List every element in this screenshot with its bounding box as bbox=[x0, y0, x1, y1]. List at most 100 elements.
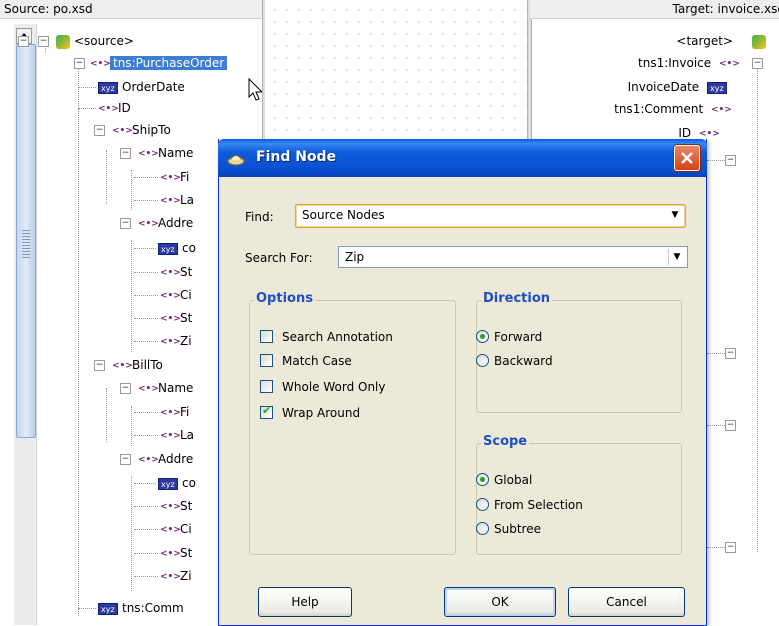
source-panel-title: Source: po.xsd bbox=[4, 2, 93, 16]
tree-node-comment[interactable]: tns1:Comment bbox=[614, 100, 731, 118]
node-label: co bbox=[182, 476, 196, 490]
tree-node-st[interactable]: St bbox=[134, 263, 192, 281]
tree-node-fi[interactable]: Fi bbox=[134, 403, 189, 421]
element-icon bbox=[98, 103, 114, 115]
tree-node-ci[interactable]: Ci bbox=[134, 286, 192, 304]
forward-label[interactable]: Forward bbox=[494, 330, 542, 344]
node-label: InvoiceDate bbox=[627, 80, 700, 94]
element-icon bbox=[160, 407, 176, 419]
node-label: Ci bbox=[180, 522, 192, 536]
search-for-value: Zip bbox=[345, 250, 365, 264]
tree-node-ci[interactable]: Ci bbox=[134, 520, 192, 538]
tree-node-co[interactable]: co bbox=[134, 474, 196, 494]
tree-node-address[interactable]: − Addre bbox=[120, 214, 193, 232]
tree-node-zi[interactable]: Zi bbox=[134, 567, 192, 585]
search-annotation-label[interactable]: Search Annotation bbox=[282, 330, 393, 344]
node-label: St bbox=[180, 546, 193, 560]
node-label: tns1:Invoice bbox=[638, 56, 712, 70]
node-label: tns1:Comment bbox=[614, 102, 704, 116]
find-select[interactable]: Source Nodes ▼ bbox=[295, 204, 686, 228]
match-case-label[interactable]: Match Case bbox=[282, 354, 352, 368]
tree-node-zi[interactable]: Zi bbox=[134, 332, 192, 350]
element-icon bbox=[160, 313, 176, 325]
from-selection-label[interactable]: From Selection bbox=[494, 498, 583, 512]
search-annotation-checkbox[interactable] bbox=[260, 330, 273, 343]
target-panel-header: Target: invoice.xsd bbox=[530, 0, 779, 19]
cancel-button[interactable]: Cancel bbox=[568, 587, 685, 617]
node-label: Zi bbox=[180, 334, 192, 348]
element-icon bbox=[160, 267, 176, 279]
attribute-icon bbox=[158, 476, 178, 494]
tree-node-billto[interactable]: − BillTo bbox=[94, 356, 163, 374]
whole-word-label[interactable]: Whole Word Only bbox=[282, 380, 386, 394]
tree-node-la[interactable]: La bbox=[134, 426, 195, 444]
node-label: Name bbox=[158, 146, 194, 160]
backward-radio[interactable] bbox=[476, 354, 489, 367]
tree-node-address[interactable]: − Addre bbox=[120, 450, 194, 468]
find-label-text: Find: bbox=[245, 210, 274, 224]
tree-node-name[interactable]: − Name bbox=[120, 379, 193, 397]
node-label: Zi bbox=[180, 569, 192, 583]
subtree-radio[interactable] bbox=[476, 522, 489, 535]
tree-collapse-toggle[interactable]: − bbox=[725, 420, 736, 431]
search-for-input[interactable]: Zip ▼ bbox=[338, 246, 688, 268]
tree-node-st[interactable]: St bbox=[134, 497, 193, 515]
tree-node-invoicedate[interactable]: InvoiceDate bbox=[627, 78, 731, 98]
element-icon bbox=[138, 454, 154, 466]
element-icon bbox=[160, 290, 176, 302]
node-label: <source> bbox=[74, 34, 134, 48]
tree-node-target-root[interactable]: <target> bbox=[676, 32, 733, 50]
match-case-checkbox[interactable] bbox=[260, 354, 273, 367]
close-button[interactable] bbox=[674, 145, 700, 171]
node-label: BillTo bbox=[132, 358, 163, 372]
tree-node-co[interactable]: co bbox=[134, 239, 196, 259]
schema-root-icon bbox=[752, 34, 766, 49]
global-radio[interactable] bbox=[476, 473, 489, 486]
tree-node-purchaseorder[interactable]: − tns:PurchaseOrder bbox=[74, 54, 228, 72]
tree-node-id[interactable]: ID bbox=[78, 99, 131, 117]
subtree-label[interactable]: Subtree bbox=[494, 522, 541, 536]
tree-collapse-toggle[interactable]: − bbox=[725, 348, 736, 359]
node-label: co bbox=[182, 241, 196, 255]
whole-word-checkbox[interactable] bbox=[260, 380, 273, 393]
node-label: OrderDate bbox=[122, 80, 185, 94]
attribute-icon bbox=[98, 80, 118, 98]
from-selection-radio[interactable] bbox=[476, 498, 489, 511]
backward-label[interactable]: Backward bbox=[494, 354, 553, 368]
ok-button[interactable]: OK bbox=[444, 587, 556, 617]
tree-node-id[interactable]: ID bbox=[678, 124, 719, 138]
tree-collapse-toggle[interactable]: − bbox=[752, 58, 763, 69]
tree-node-name[interactable]: − Name bbox=[120, 144, 194, 162]
schema-root-icon bbox=[56, 34, 70, 49]
forward-radio[interactable] bbox=[476, 330, 489, 343]
element-icon bbox=[160, 548, 176, 560]
tree-node-comment[interactable]: tns:Comm bbox=[78, 599, 184, 619]
node-label: ShipTo bbox=[132, 123, 171, 137]
tree-node-shipto[interactable]: − ShipTo bbox=[94, 121, 171, 139]
global-label[interactable]: Global bbox=[494, 473, 532, 487]
node-label: St bbox=[180, 499, 193, 513]
tree-node-la[interactable]: La bbox=[134, 191, 195, 209]
scroll-grip-icon bbox=[22, 228, 30, 258]
chevron-down-icon: ▼ bbox=[671, 210, 679, 220]
tree-collapse-toggle[interactable]: − bbox=[725, 155, 736, 166]
tree-collapse-toggle[interactable]: − bbox=[725, 542, 736, 553]
node-label: La bbox=[180, 428, 195, 442]
help-button[interactable]: Help bbox=[258, 587, 352, 617]
node-label: La bbox=[180, 193, 195, 207]
attribute-icon bbox=[707, 80, 727, 98]
options-group-title: Options bbox=[254, 291, 315, 306]
tree-node-fi[interactable]: Fi bbox=[134, 168, 189, 186]
tree-node-st[interactable]: St bbox=[134, 544, 193, 562]
tree-node-orderdate[interactable]: OrderDate bbox=[78, 78, 185, 98]
node-label: Addre bbox=[158, 452, 194, 466]
tree-node-invoice[interactable]: tns1:Invoice bbox=[638, 54, 739, 72]
tree-node-st[interactable]: St bbox=[134, 309, 192, 327]
wrap-around-checkbox[interactable] bbox=[260, 404, 273, 419]
element-icon bbox=[719, 58, 735, 70]
tree-node-source-root[interactable]: − <source> bbox=[38, 32, 134, 50]
dialog-titlebar[interactable]: Find Node bbox=[218, 139, 707, 177]
element-icon bbox=[112, 360, 128, 372]
wrap-around-label[interactable]: Wrap Around bbox=[282, 406, 360, 420]
chevron-down-icon[interactable]: ▼ bbox=[668, 249, 685, 265]
